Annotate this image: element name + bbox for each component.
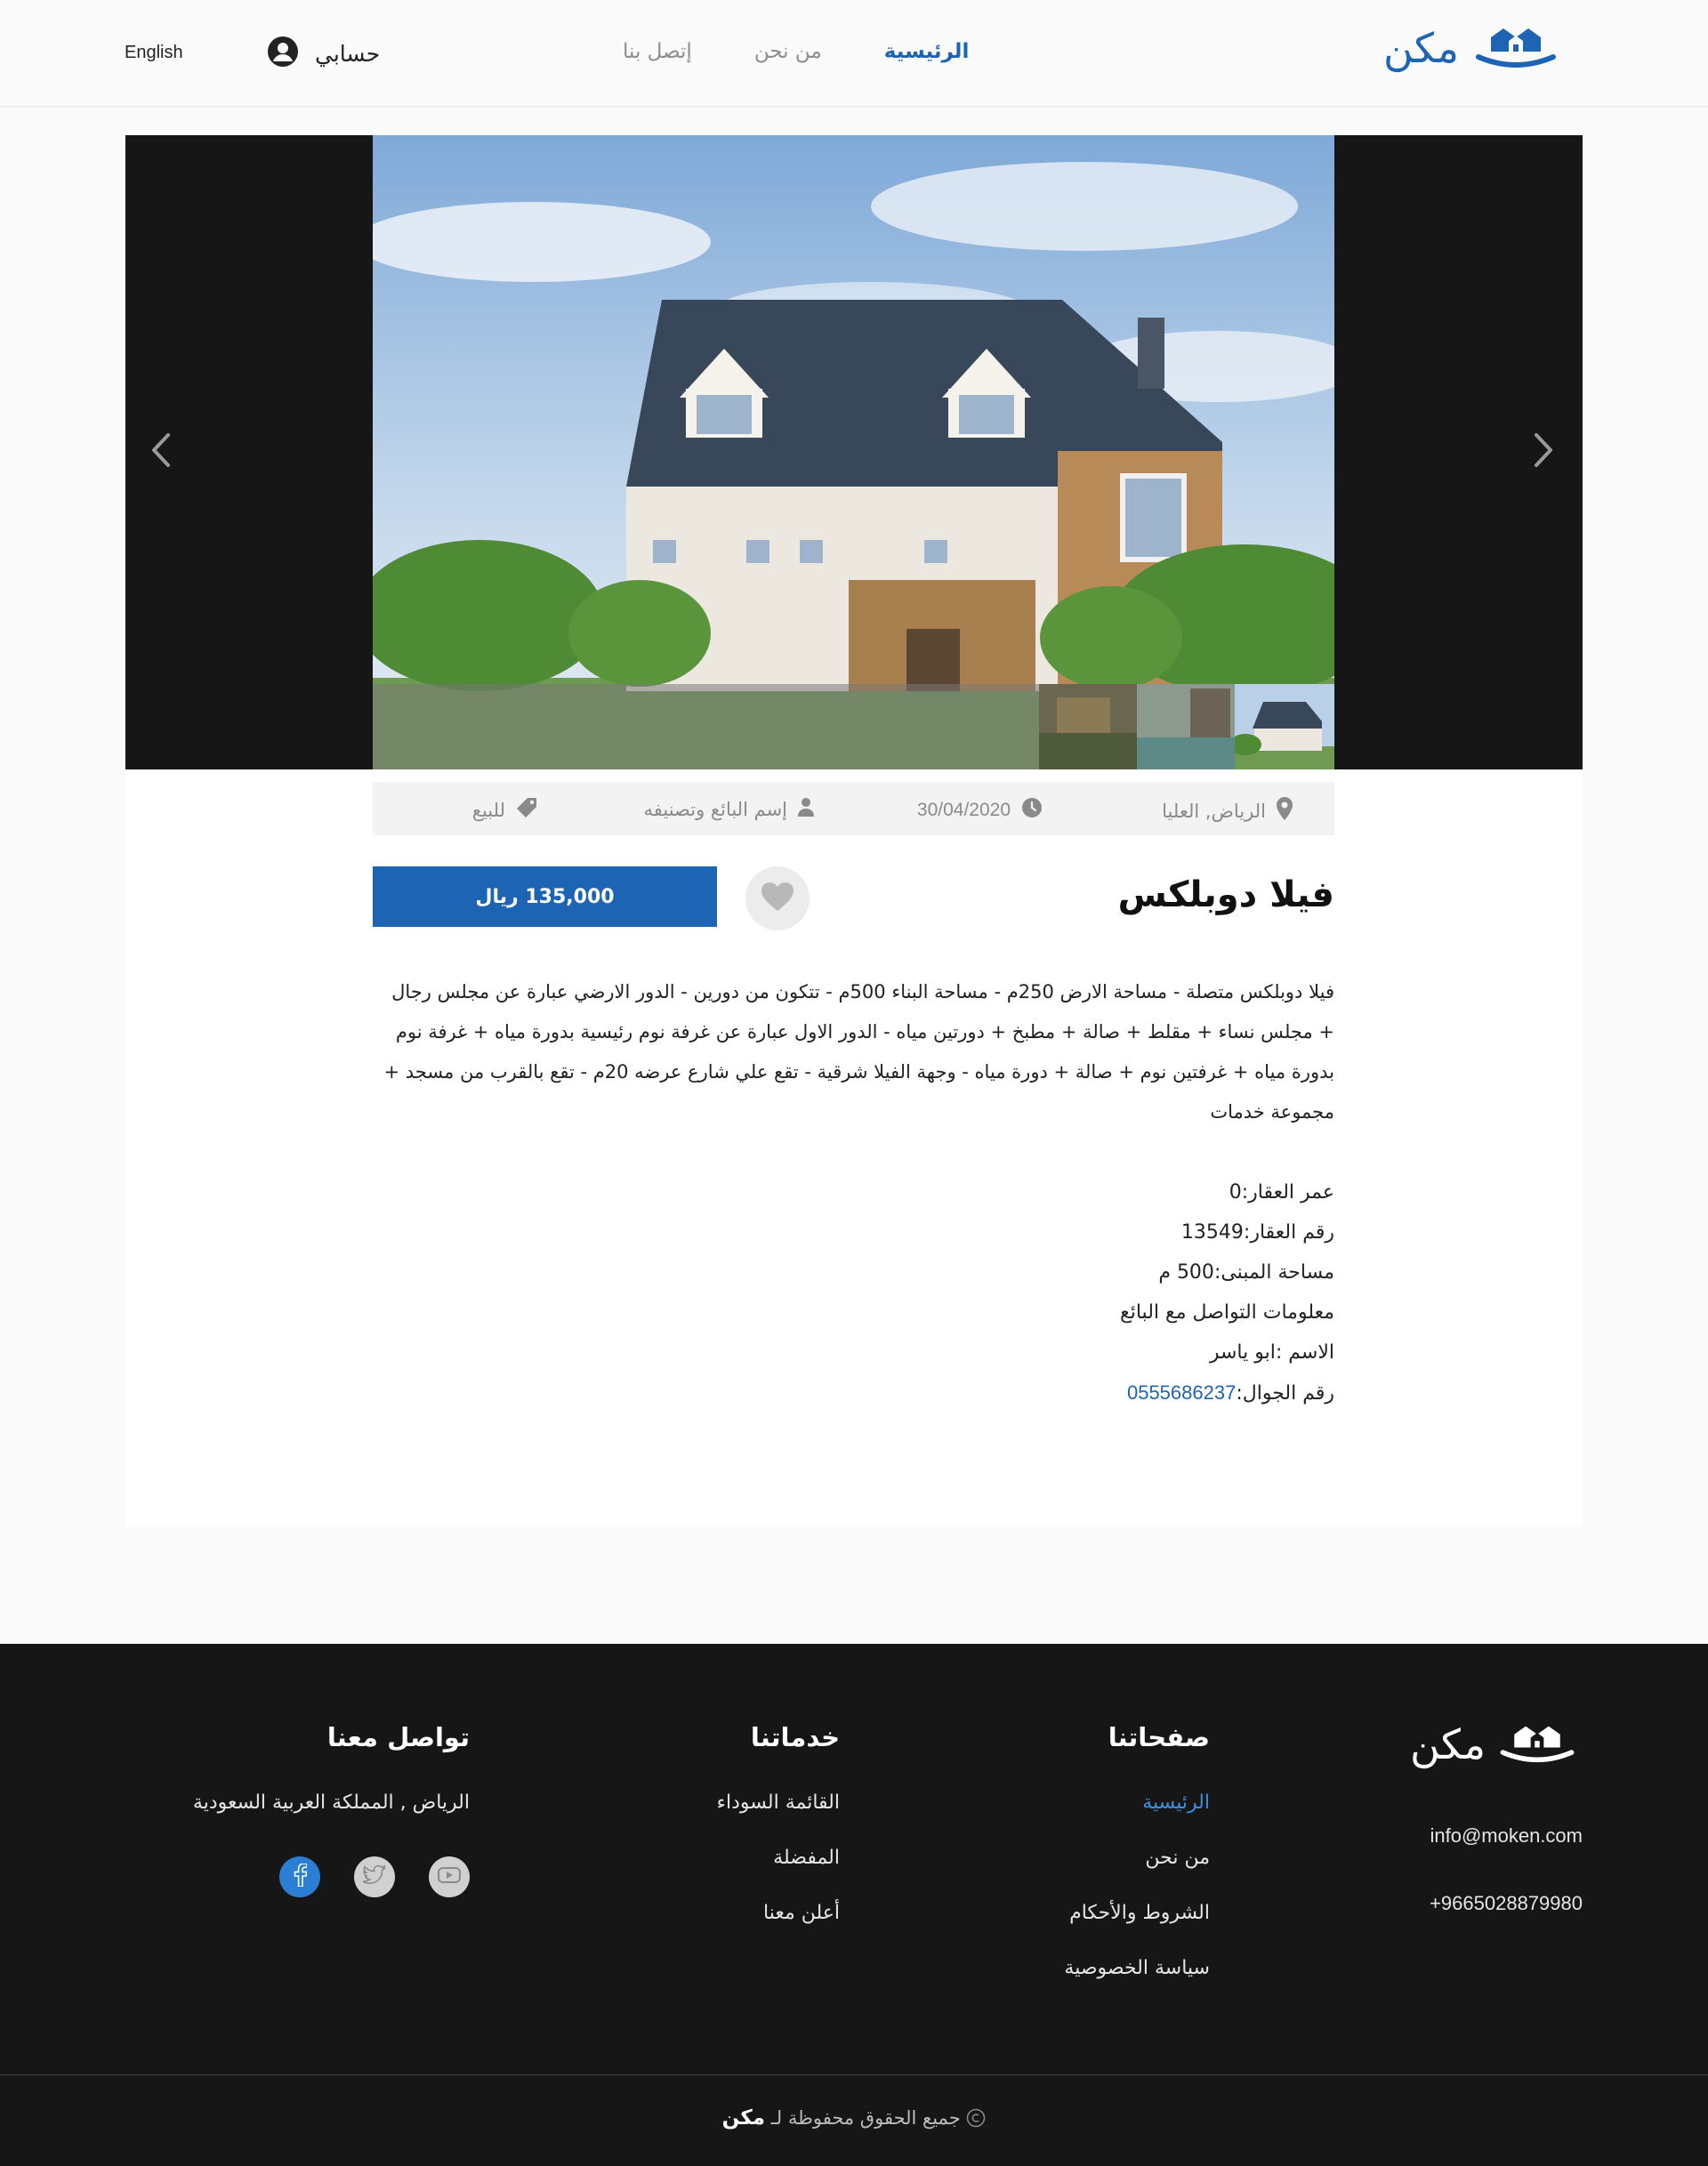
thumbnail-2[interactable] bbox=[1137, 684, 1235, 769]
nav-contact[interactable]: إتصل بنا bbox=[623, 40, 692, 63]
footer-link-about[interactable]: من نحن bbox=[1064, 1847, 1210, 1869]
facebook-button[interactable] bbox=[279, 1856, 320, 1897]
footer-brand-logo[interactable]: مكن bbox=[1410, 1719, 1578, 1769]
detail-age: عمر العقار:0 bbox=[1229, 1181, 1334, 1204]
brand-logo[interactable]: مكن bbox=[1383, 21, 1560, 75]
map-pin-icon bbox=[1277, 797, 1293, 825]
chevron-left-icon bbox=[150, 432, 172, 471]
language-switch-link[interactable]: English bbox=[125, 43, 183, 63]
footer-contact-heading: تواصل معنا bbox=[326, 1722, 470, 1752]
listing-title: فيلا دوبلكس bbox=[1117, 874, 1334, 915]
listing-meta-bar: الرياض, العليا 30/04/2020 إسم البائع وتص… bbox=[373, 782, 1334, 835]
main-nav: الرئيسية من نحن إتصل بنا bbox=[623, 40, 969, 63]
house-logo-icon bbox=[1471, 21, 1560, 75]
footer-link-privacy[interactable]: سياسة الخصوصية bbox=[1064, 1957, 1210, 1979]
clock-icon bbox=[1021, 797, 1043, 823]
contact-phone-link[interactable]: 0555686237 bbox=[1127, 1381, 1236, 1404]
thumbnail-3[interactable] bbox=[1235, 684, 1334, 769]
meta-status: للبيع bbox=[472, 797, 537, 823]
twitter-button[interactable] bbox=[354, 1856, 395, 1897]
twitter-icon bbox=[362, 1864, 386, 1888]
meta-date: 30/04/2020 bbox=[917, 797, 1043, 823]
copyright: جميع الحقوق محفوظة لـ مكن bbox=[0, 2106, 1708, 2130]
listing-card: الرياض, العليا 30/04/2020 إسم البائع وتص… bbox=[125, 769, 1583, 1526]
footer-services-column: خدماتنا القائمة السوداء المفضلة أعلن معن… bbox=[717, 1722, 840, 1957]
photo-gallery bbox=[125, 135, 1583, 769]
copyright-text: جميع الحقوق محفوظة لـ bbox=[770, 2107, 961, 2129]
detail-area: مساحة المبنى:500 م bbox=[1158, 1261, 1334, 1284]
footer-pages-column: صفحاتنا الرئيسية من نحن الشروط والأحكام … bbox=[1064, 1722, 1210, 2012]
footer-link-home[interactable]: الرئيسية bbox=[1064, 1792, 1210, 1814]
facebook-icon bbox=[293, 1863, 308, 1890]
meta-location: الرياض, العليا bbox=[1162, 797, 1293, 825]
footer-address: الرياض , المملكة العربية السعودية bbox=[192, 1792, 470, 1814]
user-icon bbox=[798, 797, 814, 821]
thumbnail-1[interactable] bbox=[1039, 684, 1137, 769]
footer-email[interactable]: info@moken.com bbox=[1430, 1802, 1583, 1870]
listing-details: عمر العقار:0 رقم العقار:13549 مساحة المب… bbox=[1158, 1172, 1334, 1292]
price-button[interactable]: 135,000 ريال bbox=[373, 866, 717, 927]
user-circle-icon bbox=[267, 36, 299, 71]
favorite-button[interactable] bbox=[745, 866, 810, 930]
house-logo-icon bbox=[1496, 1719, 1578, 1769]
site-header: English حسابي الرئيسية من نحن إتصل بنا م… bbox=[0, 0, 1708, 107]
tag-icon bbox=[516, 797, 537, 823]
footer-pages-heading: صفحاتنا bbox=[1108, 1722, 1210, 1752]
contact-heading: معلومات التواصل مع البائع bbox=[1120, 1301, 1334, 1324]
site-footer: مكن info@moken.com +9665028879980 صفحاتن… bbox=[0, 1644, 1708, 2166]
contact-phone-label: رقم الجوال: bbox=[1236, 1382, 1334, 1405]
copyright-brand: مكن bbox=[721, 2106, 765, 2130]
youtube-button[interactable] bbox=[429, 1856, 470, 1897]
footer-link-terms[interactable]: الشروط والأحكام bbox=[1064, 1902, 1210, 1924]
listing-description: فيلا دوبلكس متصلة - مساحة الارض 250م - م… bbox=[383, 981, 1334, 1123]
footer-link-blacklist[interactable]: القائمة السوداء bbox=[717, 1792, 840, 1814]
footer-brand-name: مكن bbox=[1410, 1720, 1486, 1768]
date-text: 30/04/2020 bbox=[916, 799, 1011, 820]
chevron-right-icon bbox=[1533, 432, 1554, 471]
youtube-icon bbox=[438, 1866, 461, 1888]
footer-phone[interactable]: +9665028879980 bbox=[1430, 1870, 1583, 1937]
nav-about[interactable]: من نحن bbox=[754, 40, 822, 63]
seller-text: إسم البائع وتصنيفه bbox=[643, 798, 788, 820]
nav-home[interactable]: الرئيسية bbox=[884, 40, 970, 63]
account-label: حسابي bbox=[315, 40, 381, 67]
contact-name: الاسم :ابو ياسر bbox=[1209, 1341, 1334, 1364]
account-menu[interactable]: حسابي bbox=[267, 36, 380, 71]
footer-contact-column: تواصل معنا الرياض , المملكة العربية السع… bbox=[193, 1722, 470, 1897]
location-text: الرياض, العليا bbox=[1162, 800, 1266, 822]
footer-services-heading: خدماتنا bbox=[750, 1722, 840, 1752]
status-text: للبيع bbox=[471, 799, 505, 821]
copyright-icon bbox=[961, 2107, 987, 2129]
seller-contact: معلومات التواصل مع البائع الاسم :ابو ياس… bbox=[1120, 1292, 1334, 1413]
heart-icon bbox=[761, 882, 794, 915]
footer-link-favorites[interactable]: المفضلة bbox=[717, 1847, 840, 1869]
detail-number: رقم العقار:13549 bbox=[1180, 1221, 1334, 1244]
contact-phone-row: رقم الجوال:0555686237 bbox=[1120, 1373, 1334, 1413]
meta-seller[interactable]: إسم البائع وتصنيفه bbox=[643, 797, 814, 821]
footer-contact-info: info@moken.com +9665028879980 bbox=[1430, 1802, 1583, 1937]
gallery-prev-button[interactable] bbox=[143, 427, 179, 477]
main-property-photo bbox=[373, 135, 1334, 769]
brand-name: مكن bbox=[1383, 24, 1460, 72]
footer-link-advertise[interactable]: أعلن معنا bbox=[717, 1902, 840, 1924]
footer-divider bbox=[0, 2074, 1708, 2075]
gallery-next-button[interactable] bbox=[1526, 427, 1561, 477]
social-links bbox=[193, 1856, 470, 1897]
